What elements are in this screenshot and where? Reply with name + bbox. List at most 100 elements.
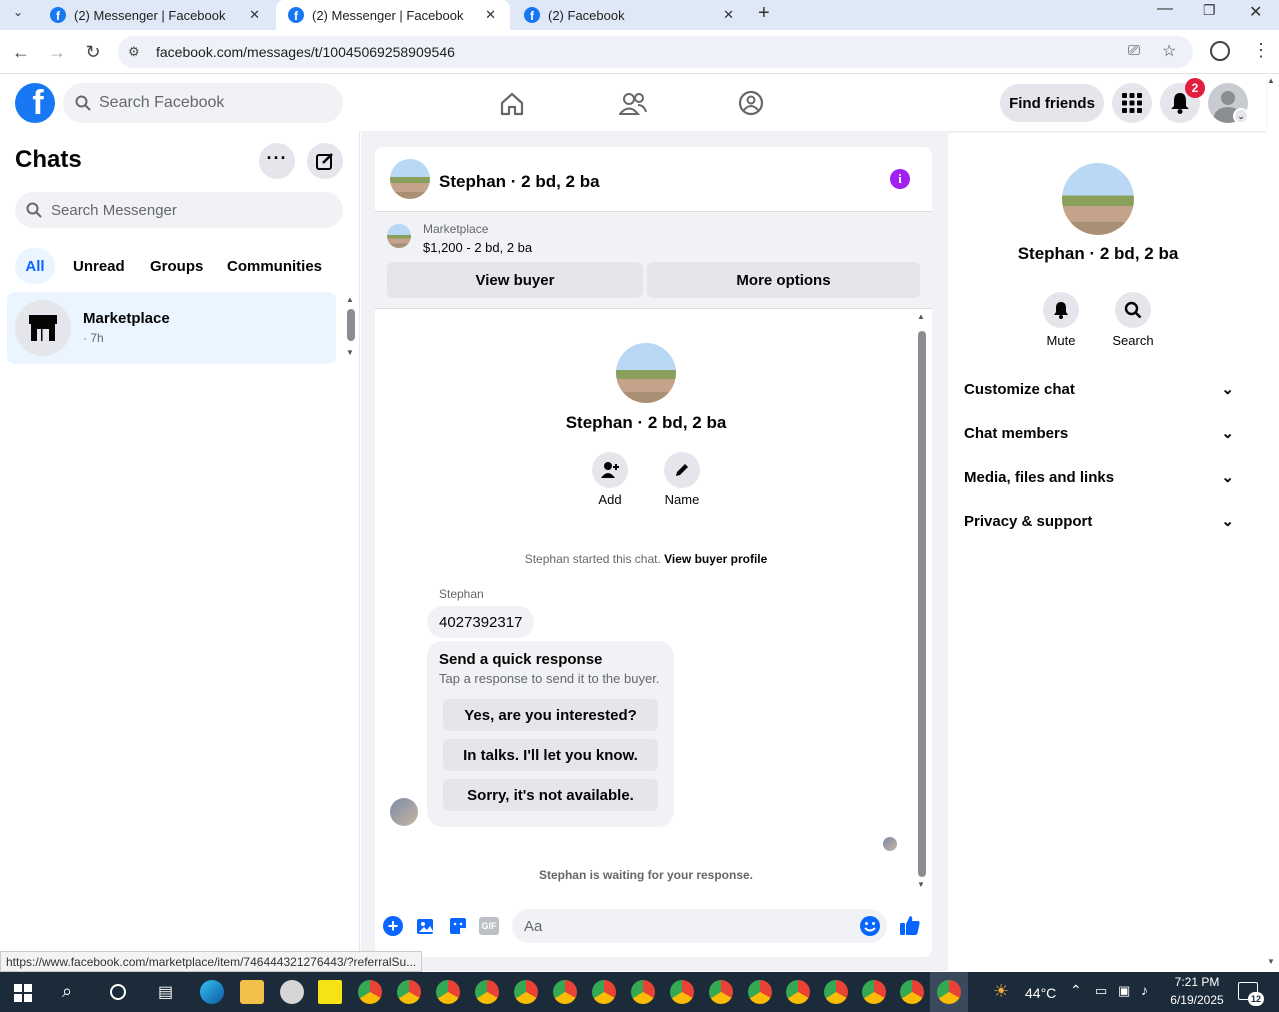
sender-avatar[interactable] bbox=[390, 798, 418, 826]
close-window-icon[interactable]: ✕ bbox=[1249, 2, 1262, 22]
info-icon[interactable]: i bbox=[890, 169, 910, 189]
media-files-links-section[interactable]: Media, files and links ⌄ bbox=[964, 465, 1234, 489]
tab-messenger-1[interactable]: f (2) Messenger | Facebook ✕ bbox=[38, 0, 274, 30]
chrome-icon[interactable] bbox=[514, 980, 538, 1004]
weather-icon[interactable]: ☀ bbox=[993, 981, 1009, 1002]
quick-response-not-available[interactable]: Sorry, it's not available. bbox=[443, 779, 658, 811]
cortana-icon[interactable] bbox=[110, 984, 126, 1000]
gif-icon[interactable]: GIF bbox=[479, 917, 499, 935]
chrome-icon[interactable] bbox=[900, 980, 924, 1004]
message-bubble[interactable]: 4027392317 bbox=[427, 606, 535, 638]
chrome-icon[interactable] bbox=[436, 980, 460, 1004]
chrome-icon[interactable] bbox=[670, 980, 694, 1004]
weather-temp[interactable]: 44°C bbox=[1025, 985, 1056, 1001]
chrome-icon[interactable] bbox=[358, 980, 382, 1004]
close-tab-icon[interactable]: ✕ bbox=[485, 7, 496, 23]
filter-groups[interactable]: Groups bbox=[150, 258, 203, 275]
url-field[interactable]: ⚙ facebook.com/messages/t/10045069258909… bbox=[118, 36, 1193, 68]
view-buyer-button[interactable]: View buyer bbox=[387, 262, 643, 298]
tab-list-chevron-icon[interactable]: ⌄ bbox=[8, 5, 28, 25]
friends-icon[interactable] bbox=[619, 91, 647, 117]
add-attachment-icon[interactable]: + bbox=[383, 916, 403, 936]
scroll-down-arrow[interactable]: ▼ bbox=[346, 348, 354, 357]
sticker-icon[interactable] bbox=[448, 916, 468, 936]
chrome-icon[interactable] bbox=[824, 980, 848, 1004]
tab-facebook[interactable]: f (2) Facebook ✕ bbox=[512, 0, 748, 30]
chrome-icon[interactable] bbox=[862, 980, 886, 1004]
taskbar-search-icon[interactable]: ⌕ bbox=[62, 981, 72, 1002]
edge-icon[interactable] bbox=[200, 980, 224, 1004]
quick-response-yes[interactable]: Yes, are you interested? bbox=[443, 699, 658, 731]
chat-list-scrollbar[interactable] bbox=[347, 309, 355, 341]
active-app-highlight[interactable] bbox=[930, 972, 968, 1012]
emoji-icon[interactable] bbox=[859, 915, 881, 937]
site-info-icon[interactable]: ⚙ bbox=[128, 44, 140, 60]
edit-name-pencil-icon[interactable] bbox=[664, 452, 700, 488]
message-input[interactable]: Aa bbox=[512, 909, 887, 943]
forward-icon[interactable]: → bbox=[43, 38, 71, 66]
details-photo[interactable] bbox=[1062, 163, 1134, 235]
filter-unread[interactable]: Unread bbox=[73, 258, 125, 275]
windows-start-icon[interactable] bbox=[14, 984, 32, 1002]
facebook-search-input[interactable]: Search Facebook bbox=[63, 83, 343, 123]
bookmark-star-icon[interactable]: ☆ bbox=[1162, 41, 1176, 61]
more-options-button[interactable]: More options bbox=[647, 262, 920, 298]
profile-photo[interactable] bbox=[616, 343, 676, 403]
more-options-icon[interactable]: ··· bbox=[259, 143, 295, 179]
menu-grid-icon[interactable] bbox=[1112, 83, 1152, 123]
chat-members-section[interactable]: Chat members ⌄ bbox=[964, 421, 1234, 445]
customize-chat-section[interactable]: Customize chat ⌄ bbox=[964, 377, 1234, 401]
profile-icon[interactable] bbox=[1210, 41, 1230, 61]
close-tab-icon[interactable]: ✕ bbox=[249, 7, 260, 23]
network-icon[interactable]: ▣ bbox=[1118, 983, 1130, 999]
photo-icon[interactable] bbox=[416, 916, 436, 936]
quick-response-in-talks[interactable]: In talks. I'll let you know. bbox=[443, 739, 658, 771]
browser-menu-icon[interactable]: ⋮ bbox=[1252, 40, 1270, 61]
clock-time[interactable]: 7:21 PM bbox=[1162, 975, 1232, 989]
facebook-logo-icon[interactable]: f bbox=[15, 83, 55, 123]
account-chevron-icon[interactable]: ⌄ bbox=[1233, 108, 1249, 124]
like-thumb-icon[interactable] bbox=[899, 914, 921, 936]
tray-chevron-icon[interactable]: ⌃ bbox=[1070, 982, 1082, 999]
page-scroll-up-arrow[interactable]: ▲ bbox=[1267, 76, 1275, 85]
listing-thumbnail[interactable] bbox=[390, 159, 430, 199]
chrome-icon[interactable] bbox=[475, 980, 499, 1004]
sticky-notes-icon[interactable] bbox=[318, 980, 342, 1004]
taskbar-app-icon[interactable] bbox=[280, 980, 304, 1004]
mute-bell-icon[interactable] bbox=[1043, 292, 1079, 328]
filter-communities[interactable]: Communities bbox=[227, 258, 322, 275]
chrome-icon[interactable] bbox=[553, 980, 577, 1004]
chrome-icon[interactable] bbox=[397, 980, 421, 1004]
find-friends-button[interactable]: Find friends bbox=[1000, 84, 1104, 122]
page-scroll-down-arrow[interactable]: ▼ bbox=[1267, 957, 1275, 966]
tab-messenger-2[interactable]: f (2) Messenger | Facebook ✕ bbox=[276, 0, 510, 30]
chat-list-item[interactable]: Marketplace · 7h bbox=[7, 292, 336, 364]
back-icon[interactable]: ← bbox=[7, 38, 35, 66]
filter-all[interactable]: All bbox=[15, 248, 55, 284]
privacy-support-section[interactable]: Privacy & support ⌄ bbox=[964, 509, 1234, 533]
restore-icon[interactable]: ❐ bbox=[1203, 2, 1216, 19]
new-message-icon[interactable] bbox=[307, 143, 343, 179]
task-view-icon[interactable]: ▤ bbox=[158, 982, 173, 1002]
scroll-up-arrow[interactable]: ▲ bbox=[917, 312, 925, 321]
groups-icon[interactable] bbox=[738, 90, 764, 116]
chrome-icon[interactable] bbox=[592, 980, 616, 1004]
chrome-icon[interactable] bbox=[631, 980, 655, 1004]
install-app-icon[interactable]: ⎚ bbox=[1128, 42, 1140, 59]
minimize-icon[interactable]: — bbox=[1157, 0, 1173, 18]
messenger-search-input[interactable]: Search Messenger bbox=[15, 192, 343, 228]
scroll-down-arrow[interactable]: ▼ bbox=[917, 880, 925, 889]
chrome-icon[interactable] bbox=[748, 980, 772, 1004]
conversation-title[interactable]: Stephan · 2 bd, 2 ba bbox=[439, 172, 600, 192]
view-buyer-profile-link[interactable]: View buyer profile bbox=[664, 552, 767, 566]
chrome-icon[interactable] bbox=[709, 980, 733, 1004]
battery-icon[interactable]: ▭ bbox=[1095, 983, 1107, 999]
add-person-icon[interactable] bbox=[592, 452, 628, 488]
scroll-up-arrow[interactable]: ▲ bbox=[346, 295, 354, 304]
home-icon[interactable] bbox=[499, 91, 525, 117]
reload-icon[interactable]: ↻ bbox=[79, 38, 107, 66]
new-tab-icon[interactable]: + bbox=[758, 2, 770, 25]
close-tab-icon[interactable]: ✕ bbox=[723, 7, 734, 23]
search-icon[interactable] bbox=[1115, 292, 1151, 328]
chrome-icon[interactable] bbox=[786, 980, 810, 1004]
